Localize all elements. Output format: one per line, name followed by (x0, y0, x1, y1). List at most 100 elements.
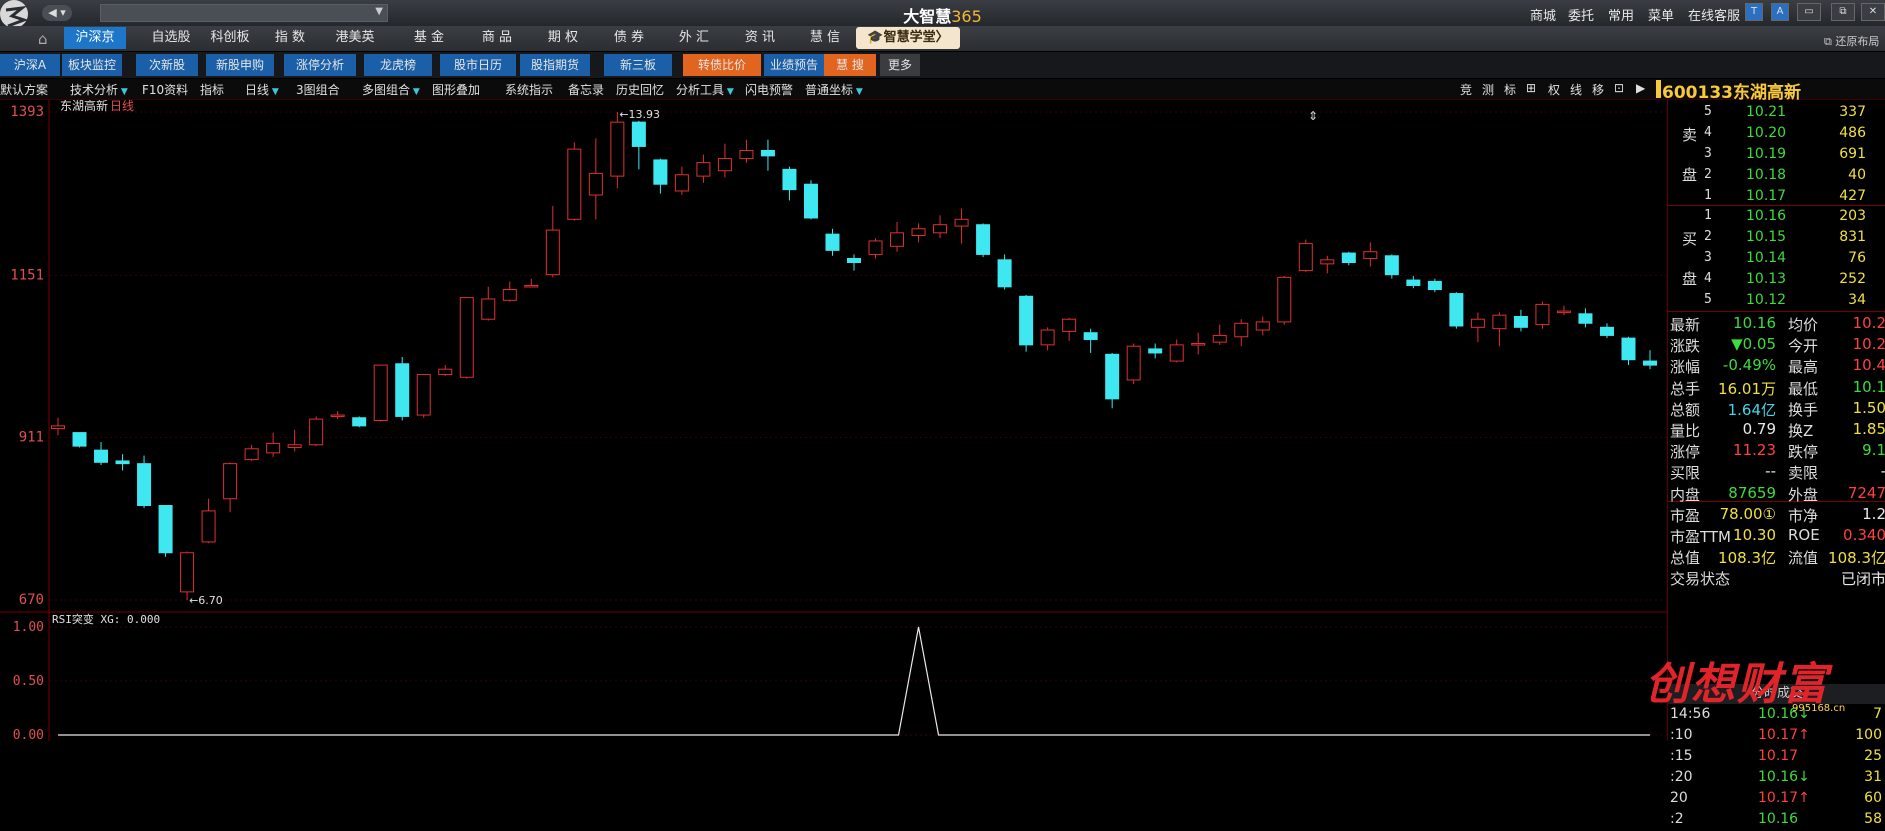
sub-tab-12[interactable]: 更多 (880, 54, 920, 76)
indicator-tick-label: 0.50 (13, 674, 44, 689)
buy-order-row[interactable]: 2 10.15 831 (1668, 229, 1885, 249)
close-button[interactable]: ✕ (1861, 3, 1885, 21)
restore-layout-button[interactable]: ⧉ 还原布局 (1824, 33, 1879, 49)
home-icon[interactable]: ⌂ (38, 30, 58, 48)
toolbar-item-0[interactable]: 默认方案 (0, 81, 48, 98)
top-menu-2[interactable]: 常用 (1608, 5, 1634, 24)
right-tool-3[interactable]: ⊞ (1526, 81, 1536, 95)
search-input[interactable]: ▼ (100, 4, 388, 22)
font-a-button[interactable]: A (1771, 3, 1789, 21)
toolbar-item-13[interactable]: 普通坐标 ▼ (805, 81, 863, 98)
candle-body (180, 552, 195, 593)
market-tab-5[interactable]: 基 金 (398, 27, 460, 49)
market-tab-4[interactable]: 港美英 (325, 27, 385, 49)
right-tool-2[interactable]: 标 (1504, 81, 1516, 98)
right-tool-4[interactable]: 权 (1548, 81, 1560, 98)
toolbar-item-1[interactable]: 技术分析 ▼ (70, 81, 128, 98)
right-tool-8[interactable]: ▶ (1636, 81, 1645, 95)
candle-body (1019, 295, 1034, 346)
right-tool-0[interactable]: 竞 (1460, 81, 1472, 98)
toolbar-item-4[interactable]: 日线 ▼ (245, 81, 279, 98)
sub-tab-6[interactable]: 股市日历 (440, 54, 516, 76)
sub-tab-10[interactable]: 业绩预告 (764, 54, 824, 76)
candle-body (782, 168, 797, 191)
sub-tab-11[interactable]: 慧 搜 (824, 54, 876, 76)
market-tab-8[interactable]: 债 券 (598, 27, 660, 49)
sub-tab-0[interactable]: 沪深A (0, 54, 60, 76)
buy-order-row[interactable]: 1 10.16 203 (1668, 208, 1885, 228)
sub-tab-7[interactable]: 股指期货 (520, 54, 590, 76)
sub-tab-2[interactable]: 次新股 (136, 54, 198, 76)
top-menu-3[interactable]: 菜单 (1648, 5, 1674, 24)
market-tab-1[interactable]: 自选股 (140, 27, 202, 49)
market-tab-11[interactable]: 慧 信 (795, 27, 855, 49)
maximize-button[interactable]: ⧉ (1831, 3, 1855, 21)
buy-order-row[interactable]: 5 10.12 34 (1668, 292, 1885, 312)
toolbar-item-3[interactable]: 指标 (200, 81, 224, 98)
sell-order-row[interactable]: 5 10.21 337 (1668, 104, 1885, 124)
quote-row: 交易状态 已闭市 (1668, 568, 1885, 588)
stock-marker (1656, 80, 1661, 98)
top-menu-4[interactable]: 在线客服 (1688, 5, 1740, 24)
toolbar-item-6[interactable]: 多图组合 ▼ (362, 81, 420, 98)
candle-body (954, 218, 969, 227)
sub-tab-8[interactable]: 新三板 (604, 54, 672, 76)
top-menu-0[interactable]: 商城 (1530, 5, 1556, 24)
candle-body (158, 505, 173, 554)
sub-tab-1[interactable]: 板块监控 (62, 54, 122, 76)
candle-body (976, 224, 991, 255)
toolbar-label: 系统指示 (505, 83, 554, 97)
quote-value: 10.1 (1852, 377, 1885, 396)
toolbar-item-5[interactable]: 3图组合 (296, 81, 340, 98)
quote-row: 买限 -- 卖限 - (1668, 462, 1885, 482)
school-button[interactable]: 🎓智慧学堂〉 (856, 27, 960, 49)
quote-row: 总手 16.01万 最低 10.1 (1668, 378, 1885, 398)
sub-tab-3[interactable]: 新股申购 (206, 54, 274, 76)
toolbar-item-7[interactable]: 图形叠加 (432, 81, 480, 98)
sub-tab-9[interactable]: 转债比价 (683, 54, 761, 76)
right-tool-6[interactable]: 移 (1592, 81, 1604, 98)
candle (72, 432, 87, 448)
top-menu-1[interactable]: 委托 (1568, 5, 1594, 24)
buy-order-row[interactable]: 3 10.14 76 (1668, 250, 1885, 270)
sub-tab-4[interactable]: 涨停分析 (284, 54, 356, 76)
buy-order-row[interactable]: 4 10.13 252 (1668, 271, 1885, 291)
quote-value: 已闭市 (1840, 570, 1885, 589)
toolbar-item-12[interactable]: 闪电预警 (745, 81, 793, 98)
right-tool-5[interactable]: 线 (1570, 81, 1582, 98)
market-tab-7[interactable]: 期 权 (532, 27, 594, 49)
buy-side-label: 买 (1682, 230, 1698, 248)
chevron-down-icon[interactable]: ▼ (375, 6, 383, 17)
sell-order-row[interactable]: 2 10.18 40 (1668, 167, 1885, 187)
quote-label: 卖限 (1788, 464, 1819, 483)
right-tool-7[interactable]: ⊡ (1614, 81, 1624, 95)
toolbar-item-8[interactable]: 系统指示 (505, 81, 553, 98)
sub-tab-5[interactable]: 龙虎榜 (364, 54, 432, 76)
quote-label: 换Z (1788, 422, 1814, 440)
market-tab-10[interactable]: 资 讯 (729, 27, 791, 49)
sell-order-row[interactable]: 3 10.19 691 (1668, 146, 1885, 166)
market-tab-0[interactable]: 沪深京 (64, 27, 126, 49)
right-tool-1[interactable]: 测 (1482, 81, 1494, 98)
quote-row: 总额 1.64亿 换手 1.50 (1668, 399, 1885, 419)
toolbar-item-11[interactable]: 分析工具 ▼ (676, 81, 734, 98)
quote-value: 10.4 (1852, 356, 1885, 375)
toolbar-label: 备忘录 (568, 83, 605, 97)
toolbar-item-10[interactable]: 历史回忆 (616, 81, 664, 98)
trade-price: 10.16 (1758, 811, 1799, 827)
back-button[interactable]: ◀ ▾ (42, 5, 72, 21)
toolbar-item-2[interactable]: F10资料 (142, 81, 188, 98)
kline-chart[interactable]: 1393 1151 911 670 东湖高新 日线 ←13.93 ←6.70 ⇕ RSI突变 XG… (0, 100, 1667, 741)
sell-order-row[interactable]: 4 10.20 486 (1668, 125, 1885, 145)
minimize-button[interactable]: ▭ (1797, 3, 1821, 21)
toolbar-label: 多图组合 (362, 83, 411, 97)
market-tab-9[interactable]: 外 汇 (663, 27, 725, 49)
market-tab-6[interactable]: 商 品 (466, 27, 528, 49)
market-tab-3[interactable]: 指 数 (262, 27, 318, 49)
dropdown-arrow-icon: ▼ (269, 87, 279, 97)
candle-body (1449, 293, 1464, 327)
trade-time: 20 (1670, 790, 1688, 806)
market-tab-2[interactable]: 科创板 (202, 27, 258, 49)
theme-t-button[interactable]: T (1745, 3, 1763, 21)
toolbar-item-9[interactable]: 备忘录 (568, 81, 604, 98)
